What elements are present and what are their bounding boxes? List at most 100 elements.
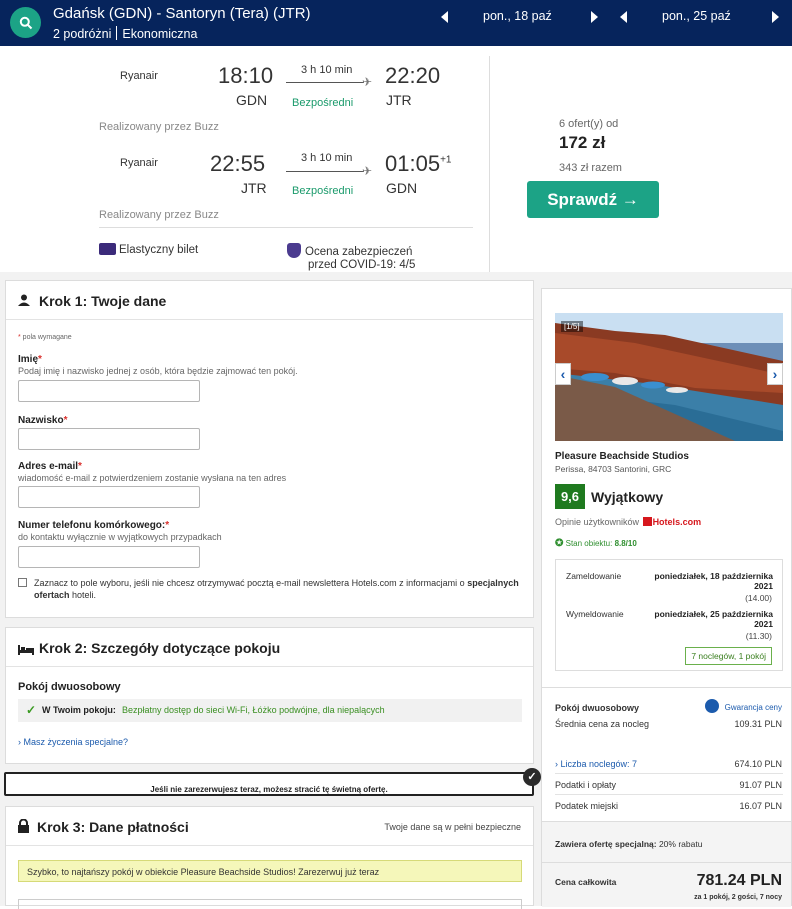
chevron-left-icon: ‹ (560, 366, 566, 382)
step3-title: Krok 3: Dane płatności (37, 819, 189, 835)
day-offset: +1 (440, 154, 452, 166)
close-icon[interactable]: ✓ (523, 768, 541, 786)
step2-title: Krok 2: Szczegóły dotyczące pokoju (39, 640, 281, 656)
next-date-back-icon[interactable] (772, 11, 779, 23)
stay-summary: 7 noclegów, 1 pokój (685, 647, 772, 665)
next-date-out-icon[interactable] (591, 11, 598, 23)
hotel-name[interactable]: Pleasure Beachside Studios (555, 451, 689, 462)
check-offer-button[interactable]: Sprawdź → (527, 181, 659, 218)
outbound-dep-code: GDN (236, 92, 268, 108)
required-note: * pola wymagane (18, 334, 72, 341)
checkout-time: (11.30) (745, 631, 772, 641)
inbound-airline: Ryanair (120, 157, 158, 169)
divider (6, 845, 533, 846)
date-out[interactable]: pon., 18 paź (483, 9, 552, 23)
property-state: ✪ Stan obiektu: 8.8/10 (555, 538, 637, 549)
price-guarantee[interactable]: Gwarancja ceny (704, 699, 782, 713)
plane-icon: ✈ (362, 75, 373, 89)
divider (542, 687, 791, 688)
hotel-booking-area: Krok 1: Twoje dane * pola wymagane Imię*… (0, 272, 792, 909)
lock-icon (18, 818, 29, 833)
rating-word: Wyjątkowy (591, 489, 664, 505)
inbound-arr-time: 01:05+1 (385, 151, 452, 176)
photo-counter: [1/5] (561, 321, 583, 332)
divider (555, 794, 783, 795)
city-tax-value: 16.07 PLN (739, 801, 782, 811)
last-name-field[interactable] (18, 428, 200, 450)
total-note: za 1 pokój, 2 gości, 7 nocy (694, 894, 782, 901)
email-hint: wiadomość e-mail z potwierdzeniem zostan… (18, 473, 287, 483)
photo-next-button[interactable]: › (767, 363, 783, 385)
travelers-count: 2 podróżni (53, 27, 112, 41)
user-icon (18, 293, 30, 306)
prev-date-out-icon[interactable] (441, 11, 448, 23)
city-tax-label: Podatek miejski (555, 801, 619, 811)
total-label: Cena całkowita (555, 877, 617, 887)
outbound-arr-code: JTR (386, 92, 412, 108)
divider (542, 862, 791, 863)
divider (555, 773, 783, 774)
plane-icon: ✈ (362, 164, 373, 178)
inbound-duration: 3 h 10 min (301, 152, 353, 164)
inbound-dep-code: JTR (241, 180, 267, 196)
trip-meta[interactable]: 2 podróżni Ekonomiczna (53, 26, 197, 41)
outbound-dep-time: 18:10 (218, 63, 274, 88)
flight-price: 172 zł (559, 133, 606, 152)
phone-field[interactable] (18, 546, 200, 568)
in-room-label: W Twoim pokoju: (42, 705, 116, 715)
divider (6, 319, 533, 320)
divider (6, 666, 533, 667)
step3-panel: Krok 3: Dane płatności Twoje dane są w p… (5, 806, 534, 909)
inbound-dep-time: 22:55 (210, 151, 266, 176)
room-amenities-box: ✓ W Twoim pokoju: Bezpłatny dostęp do si… (18, 699, 522, 722)
outbound-route-line (286, 82, 364, 83)
divider (489, 56, 490, 272)
search-icon (19, 16, 32, 29)
hotel-photo[interactable] (555, 313, 783, 441)
in-room-value: Bezpłatny dostęp do sieci Wi-Fi, Łóżko p… (122, 705, 385, 715)
payment-form-start (18, 899, 522, 909)
bed-icon (18, 642, 34, 655)
first-name-label: Imię* (18, 354, 42, 365)
taxes-label: Podatki i opłaty (555, 780, 617, 790)
flight-search-bar: Gdańsk (GDN) - Santoryn (Tera) (JTR) 2 p… (0, 0, 792, 46)
special-requests-link[interactable]: › Masz życzenia specjalne? (18, 737, 128, 747)
shield-icon (287, 243, 301, 258)
taxes-value: 91.07 PLN (739, 780, 782, 790)
last-name-label: Nazwisko* (18, 415, 68, 426)
outbound-duration: 3 h 10 min (301, 64, 353, 76)
chevron-right-icon: › (772, 366, 778, 382)
offers-count: 6 ofert(y) od (559, 118, 619, 130)
phone-hint: do kontaktu wyłącznie w wyjątkowych przy… (18, 532, 222, 542)
avg-night-label: Średnia cena za nocleg (555, 719, 650, 729)
outbound-operated-by: Realizowany przez Buzz (99, 121, 219, 133)
prev-date-back-icon[interactable] (620, 11, 627, 23)
search-button[interactable] (10, 7, 41, 38)
newsletter-checkbox[interactable] (18, 578, 27, 587)
covid-rating-value: przed COVID-19: 4/5 (308, 259, 416, 271)
nights-link[interactable]: › Liczba noclegów: 7 (555, 759, 637, 769)
urgency-banner: Jeśli nie zarezerwujesz teraz, możesz st… (4, 772, 534, 796)
email-label: Adres e-mail* (18, 461, 82, 472)
flight-result-card[interactable]: Ryanair 18:10 GDN 3 h 10 min ✈ Bezpośred… (0, 46, 792, 272)
checkin-label: Zameldowanie (566, 571, 622, 581)
flight-total: 343 zł razem (559, 162, 622, 174)
stay-dates-box: Zameldowanie poniedziałek, 18 październi… (555, 559, 783, 671)
total-value: 781.24 PLN (696, 872, 782, 889)
special-offer: Zawiera ofertę specjalną: 20% rabatu (555, 839, 703, 849)
hotel-summary-sidebar: [1/5] ‹ › Pleasure Beachside Studios Per… (541, 288, 792, 907)
inbound-route-line (286, 171, 364, 172)
flexible-ticket: Elastyczny bilet (99, 243, 198, 256)
email-field[interactable] (18, 486, 200, 508)
first-name-field[interactable] (18, 380, 200, 402)
secure-note: Twoje dane są w pełni bezpieczne (384, 822, 521, 832)
date-back[interactable]: pon., 25 paź (662, 9, 731, 23)
divider (99, 227, 473, 228)
checkin-time: (14.00) (745, 593, 772, 603)
badge-icon (704, 699, 719, 713)
route-title[interactable]: Gdańsk (GDN) - Santoryn (Tera) (JTR) (53, 5, 311, 22)
checkin-date: poniedziałek, 18 października 2021 (654, 571, 773, 591)
reviews-source[interactable]: Opinie użytkowników Hotels.com (555, 517, 701, 527)
photo-prev-button[interactable]: ‹ (555, 363, 571, 385)
phone-label: Numer telefonu komórkowego:* (18, 520, 170, 531)
